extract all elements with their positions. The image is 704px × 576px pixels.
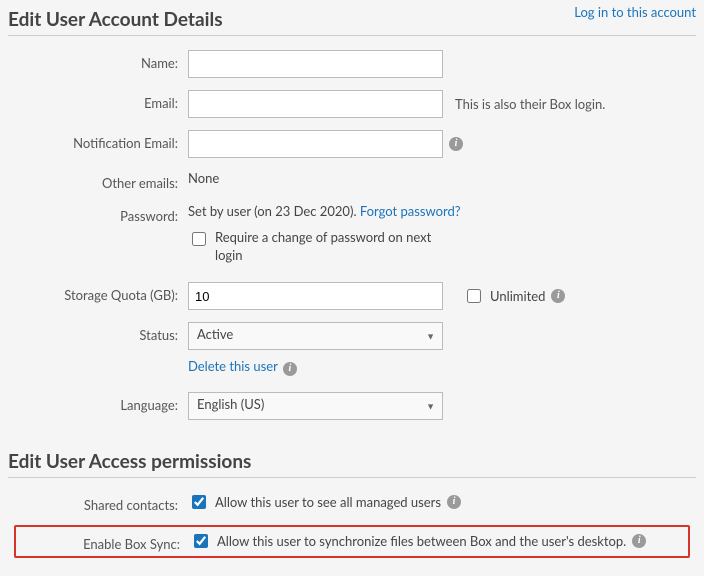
label-email: Email: [8,90,188,111]
shared-contacts-checkbox[interactable] [192,495,206,509]
info-icon[interactable]: i [449,137,463,151]
label-name: Name: [8,50,188,71]
label-enable-box-sync: Enable Box Sync: [16,531,190,552]
label-status: Status: [8,322,188,343]
info-icon[interactable]: i [551,289,565,303]
info-icon[interactable]: i [447,495,461,509]
label-language: Language: [8,392,188,413]
require-password-change-label: Require a change of password on next log… [215,229,435,264]
label-storage-quota: Storage Quota (GB): [8,282,188,303]
unlimited-label: Unlimited [490,288,545,304]
section-title-access: Edit User Access permissions [8,450,251,473]
highlight-enable-box-sync: Enable Box Sync: Allow this user to sync… [14,525,690,558]
shared-contacts-label: Allow this user to see all managed users [215,494,441,510]
unlimited-checkbox[interactable] [467,289,481,303]
language-select[interactable]: English (US) [188,392,443,420]
forgot-password-link[interactable]: Forgot password? [360,203,461,219]
info-icon[interactable]: i [632,534,646,548]
require-password-change-checkbox[interactable] [192,232,206,246]
name-input[interactable] [188,50,443,78]
enable-box-sync-label: Allow this user to synchronize files bet… [217,533,626,549]
password-set-text: Set by user (on 23 Dec 2020). [188,203,360,219]
status-select[interactable]: Active [188,322,443,350]
label-notification-email: Notification Email: [8,130,188,151]
notification-email-input[interactable] [188,130,443,158]
label-password: Password: [8,203,188,224]
other-emails-value: None [188,170,219,186]
section-title-account: Edit User Account Details [8,8,223,31]
info-icon[interactable]: i [283,362,297,376]
delete-user-link[interactable]: Delete this user [188,358,278,374]
login-to-account-link[interactable]: Log in to this account [574,4,696,20]
email-input[interactable] [188,90,443,118]
label-shared-contacts: Shared contacts: [8,492,188,513]
label-other-emails: Other emails: [8,170,188,191]
email-hint: This is also their Box login. [455,96,605,112]
storage-quota-input[interactable] [188,282,443,310]
enable-box-sync-checkbox[interactable] [194,534,208,548]
